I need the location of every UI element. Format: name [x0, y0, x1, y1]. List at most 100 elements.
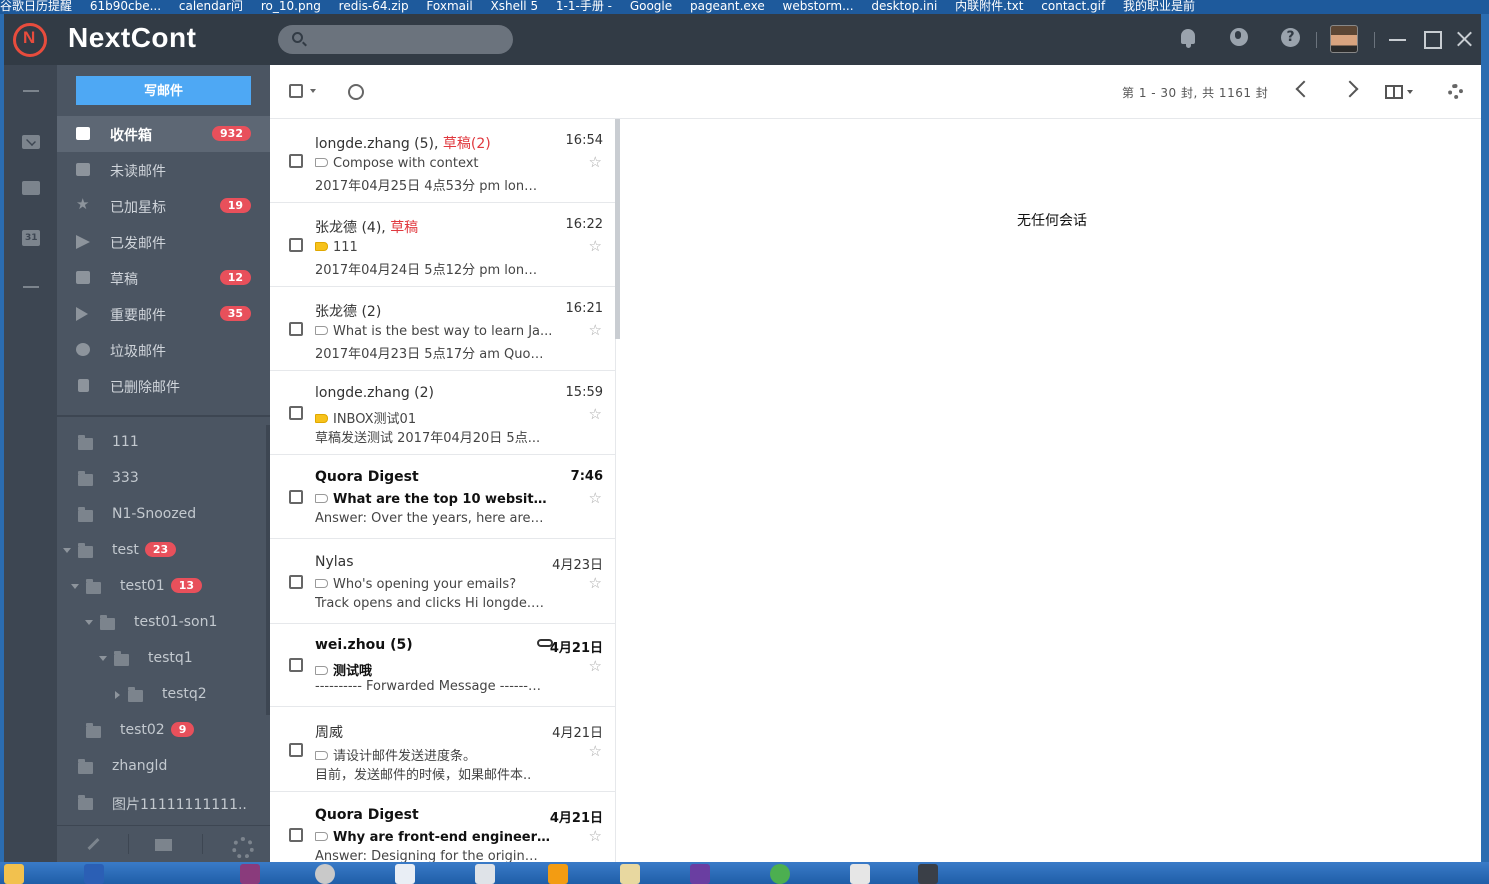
mail-checkbox[interactable] — [289, 490, 303, 504]
sidebar-item-important[interactable]: 重要邮件 35 — [57, 296, 270, 332]
desktop-item[interactable]: 我的职业是前 — [1123, 0, 1195, 13]
gear-icon[interactable] — [231, 836, 254, 859]
star-icon[interactable]: ☆ — [589, 405, 602, 423]
chevron-down-icon[interactable] — [310, 89, 316, 93]
folder-item[interactable]: test01 13 — [57, 569, 266, 605]
desktop-item[interactable]: pageant.exe — [690, 0, 765, 13]
expand-caret-icon[interactable] — [71, 584, 79, 589]
folder-item[interactable]: test02 9 — [57, 713, 266, 749]
desktop-item[interactable]: 内联附件.txt — [955, 0, 1023, 13]
folder-item[interactable]: testq2 — [57, 677, 266, 713]
star-icon[interactable]: ☆ — [589, 574, 602, 592]
mail-checkbox[interactable] — [289, 575, 303, 589]
avatar[interactable] — [1330, 25, 1358, 53]
layout-toggle-icon[interactable] — [1385, 85, 1403, 99]
folder-item[interactable]: 111 — [57, 425, 266, 461]
mail-checkbox[interactable] — [289, 828, 303, 842]
desktop-item[interactable]: desktop.ini — [871, 0, 937, 13]
previous-page-icon[interactable] — [1295, 80, 1313, 98]
app-taskbar-icon[interactable] — [620, 864, 640, 884]
folder-item[interactable]: test 23 — [57, 533, 266, 569]
app-taskbar-icon[interactable] — [548, 864, 568, 884]
desktop-item[interactable]: ro_10.png — [261, 0, 321, 13]
desktop-item[interactable]: Foxmail — [426, 0, 472, 13]
add-folder-icon[interactable] — [155, 836, 172, 852]
expand-caret-icon[interactable] — [99, 656, 107, 661]
calendar-icon[interactable] — [22, 230, 40, 246]
pin-icon[interactable] — [85, 836, 101, 852]
mail-row[interactable]: Nylas 4月23日 Who's opening your emails? T… — [270, 540, 615, 624]
mail-checkbox[interactable] — [289, 322, 303, 336]
mail-checkbox[interactable] — [289, 238, 303, 252]
notification-bell-icon[interactable] — [1178, 27, 1200, 49]
mail-row[interactable]: 周威 4月21日 请设计邮件发送进度条。 目前，发送邮件的时候，如果邮件本.. … — [270, 708, 615, 792]
chevron-down-icon[interactable] — [1407, 90, 1413, 94]
mail-row[interactable]: 张龙德 (4), 草稿 16:22 111 2017年04月24日 5点12分 … — [270, 203, 615, 287]
minimize-icon[interactable] — [1387, 28, 1409, 50]
wechat-taskbar-icon[interactable] — [770, 864, 790, 884]
star-icon[interactable]: ☆ — [589, 827, 602, 845]
star-icon[interactable]: ☆ — [589, 321, 602, 339]
star-icon[interactable]: ☆ — [589, 489, 602, 507]
folder-item[interactable]: 333 — [57, 461, 266, 497]
mail-checkbox[interactable] — [289, 154, 303, 168]
desktop-item[interactable]: Xshell 5 — [491, 0, 539, 13]
app-taskbar-icon[interactable] — [315, 864, 335, 884]
maximize-icon[interactable] — [1421, 28, 1443, 50]
help-icon[interactable] — [1280, 27, 1302, 49]
mail-row[interactable]: Quora Digest 7:46 What are the top 10 we… — [270, 455, 615, 539]
mail-icon[interactable] — [22, 135, 40, 149]
compose-button[interactable]: 写邮件 — [76, 76, 251, 105]
menu-line-icon[interactable] — [23, 286, 39, 288]
desktop-item[interactable]: 1-1-手册 - — [556, 0, 612, 13]
select-all-checkbox[interactable] — [289, 84, 303, 98]
folder-item[interactable]: 图片11111111111.. — [57, 785, 266, 821]
sidebar-item-trash[interactable]: 已删除邮件 — [57, 368, 270, 404]
desktop-item[interactable]: 谷歌日历提醒 — [0, 0, 72, 13]
star-icon[interactable]: ☆ — [589, 153, 602, 171]
desktop-item[interactable]: redis-64.zip — [339, 0, 409, 13]
mail-row[interactable]: longde.zhang (2) 15:59 INBOX测试01 草稿发送测试 … — [270, 371, 615, 455]
desktop-item[interactable]: contact.gif — [1041, 0, 1105, 13]
sidebar-item-unread[interactable]: 未读邮件 — [57, 152, 270, 188]
desktop-item[interactable]: calendar问 — [179, 0, 243, 13]
refresh-icon[interactable] — [348, 84, 364, 100]
expand-caret-icon[interactable] — [85, 620, 93, 625]
calendar-taskbar-icon[interactable] — [395, 864, 415, 884]
folder-item[interactable]: testq1 — [57, 641, 266, 677]
close-icon[interactable] — [1454, 28, 1476, 50]
mail-checkbox[interactable] — [289, 658, 303, 672]
star-icon[interactable]: ☆ — [589, 742, 602, 760]
word-taskbar-icon[interactable] — [84, 864, 104, 884]
menu-line-icon[interactable] — [23, 90, 39, 92]
collapse-caret-icon[interactable] — [115, 691, 120, 699]
gear-icon[interactable] — [1448, 84, 1463, 99]
desktop-item[interactable]: webstorm... — [783, 0, 854, 13]
sidebar-item-spam[interactable]: 垃圾邮件 — [57, 332, 270, 368]
contacts-icon[interactable] — [22, 181, 40, 195]
folder-item[interactable]: zhangld — [57, 749, 266, 785]
visual-studio-taskbar-icon[interactable] — [690, 864, 710, 884]
star-icon[interactable]: ☆ — [589, 237, 602, 255]
app-taskbar-icon[interactable] — [4, 864, 24, 884]
terminal-taskbar-icon[interactable] — [918, 864, 938, 884]
globe-icon[interactable] — [1229, 27, 1251, 49]
archive-taskbar-icon[interactable] — [240, 864, 260, 884]
app-taskbar-icon[interactable] — [475, 864, 495, 884]
star-icon[interactable]: ☆ — [589, 657, 602, 675]
expand-caret-icon[interactable] — [63, 548, 71, 553]
sidebar-item-sent[interactable]: 已发邮件 — [57, 224, 270, 260]
sidebar-item-drafts[interactable]: 草稿 12 — [57, 260, 270, 296]
sidebar-item-starred[interactable]: ★ 已加星标 19 — [57, 188, 270, 224]
search-input[interactable] — [312, 29, 502, 50]
search-box[interactable] — [278, 25, 513, 54]
desktop-item[interactable]: 61b90cbe... — [90, 0, 161, 13]
mail-checkbox[interactable] — [289, 406, 303, 420]
desktop-item[interactable]: Google — [630, 0, 672, 13]
folder-item[interactable]: N1-Snoozed — [57, 497, 266, 533]
app-taskbar-icon[interactable] — [850, 864, 870, 884]
mail-row[interactable]: longde.zhang (5), 草稿(2) 16:54 Compose wi… — [270, 119, 615, 203]
folder-item[interactable]: test01-son1 — [57, 605, 266, 641]
mail-row[interactable]: Quora Digest 4月21日 Why are front-end eng… — [270, 793, 615, 862]
mail-checkbox[interactable] — [289, 743, 303, 757]
